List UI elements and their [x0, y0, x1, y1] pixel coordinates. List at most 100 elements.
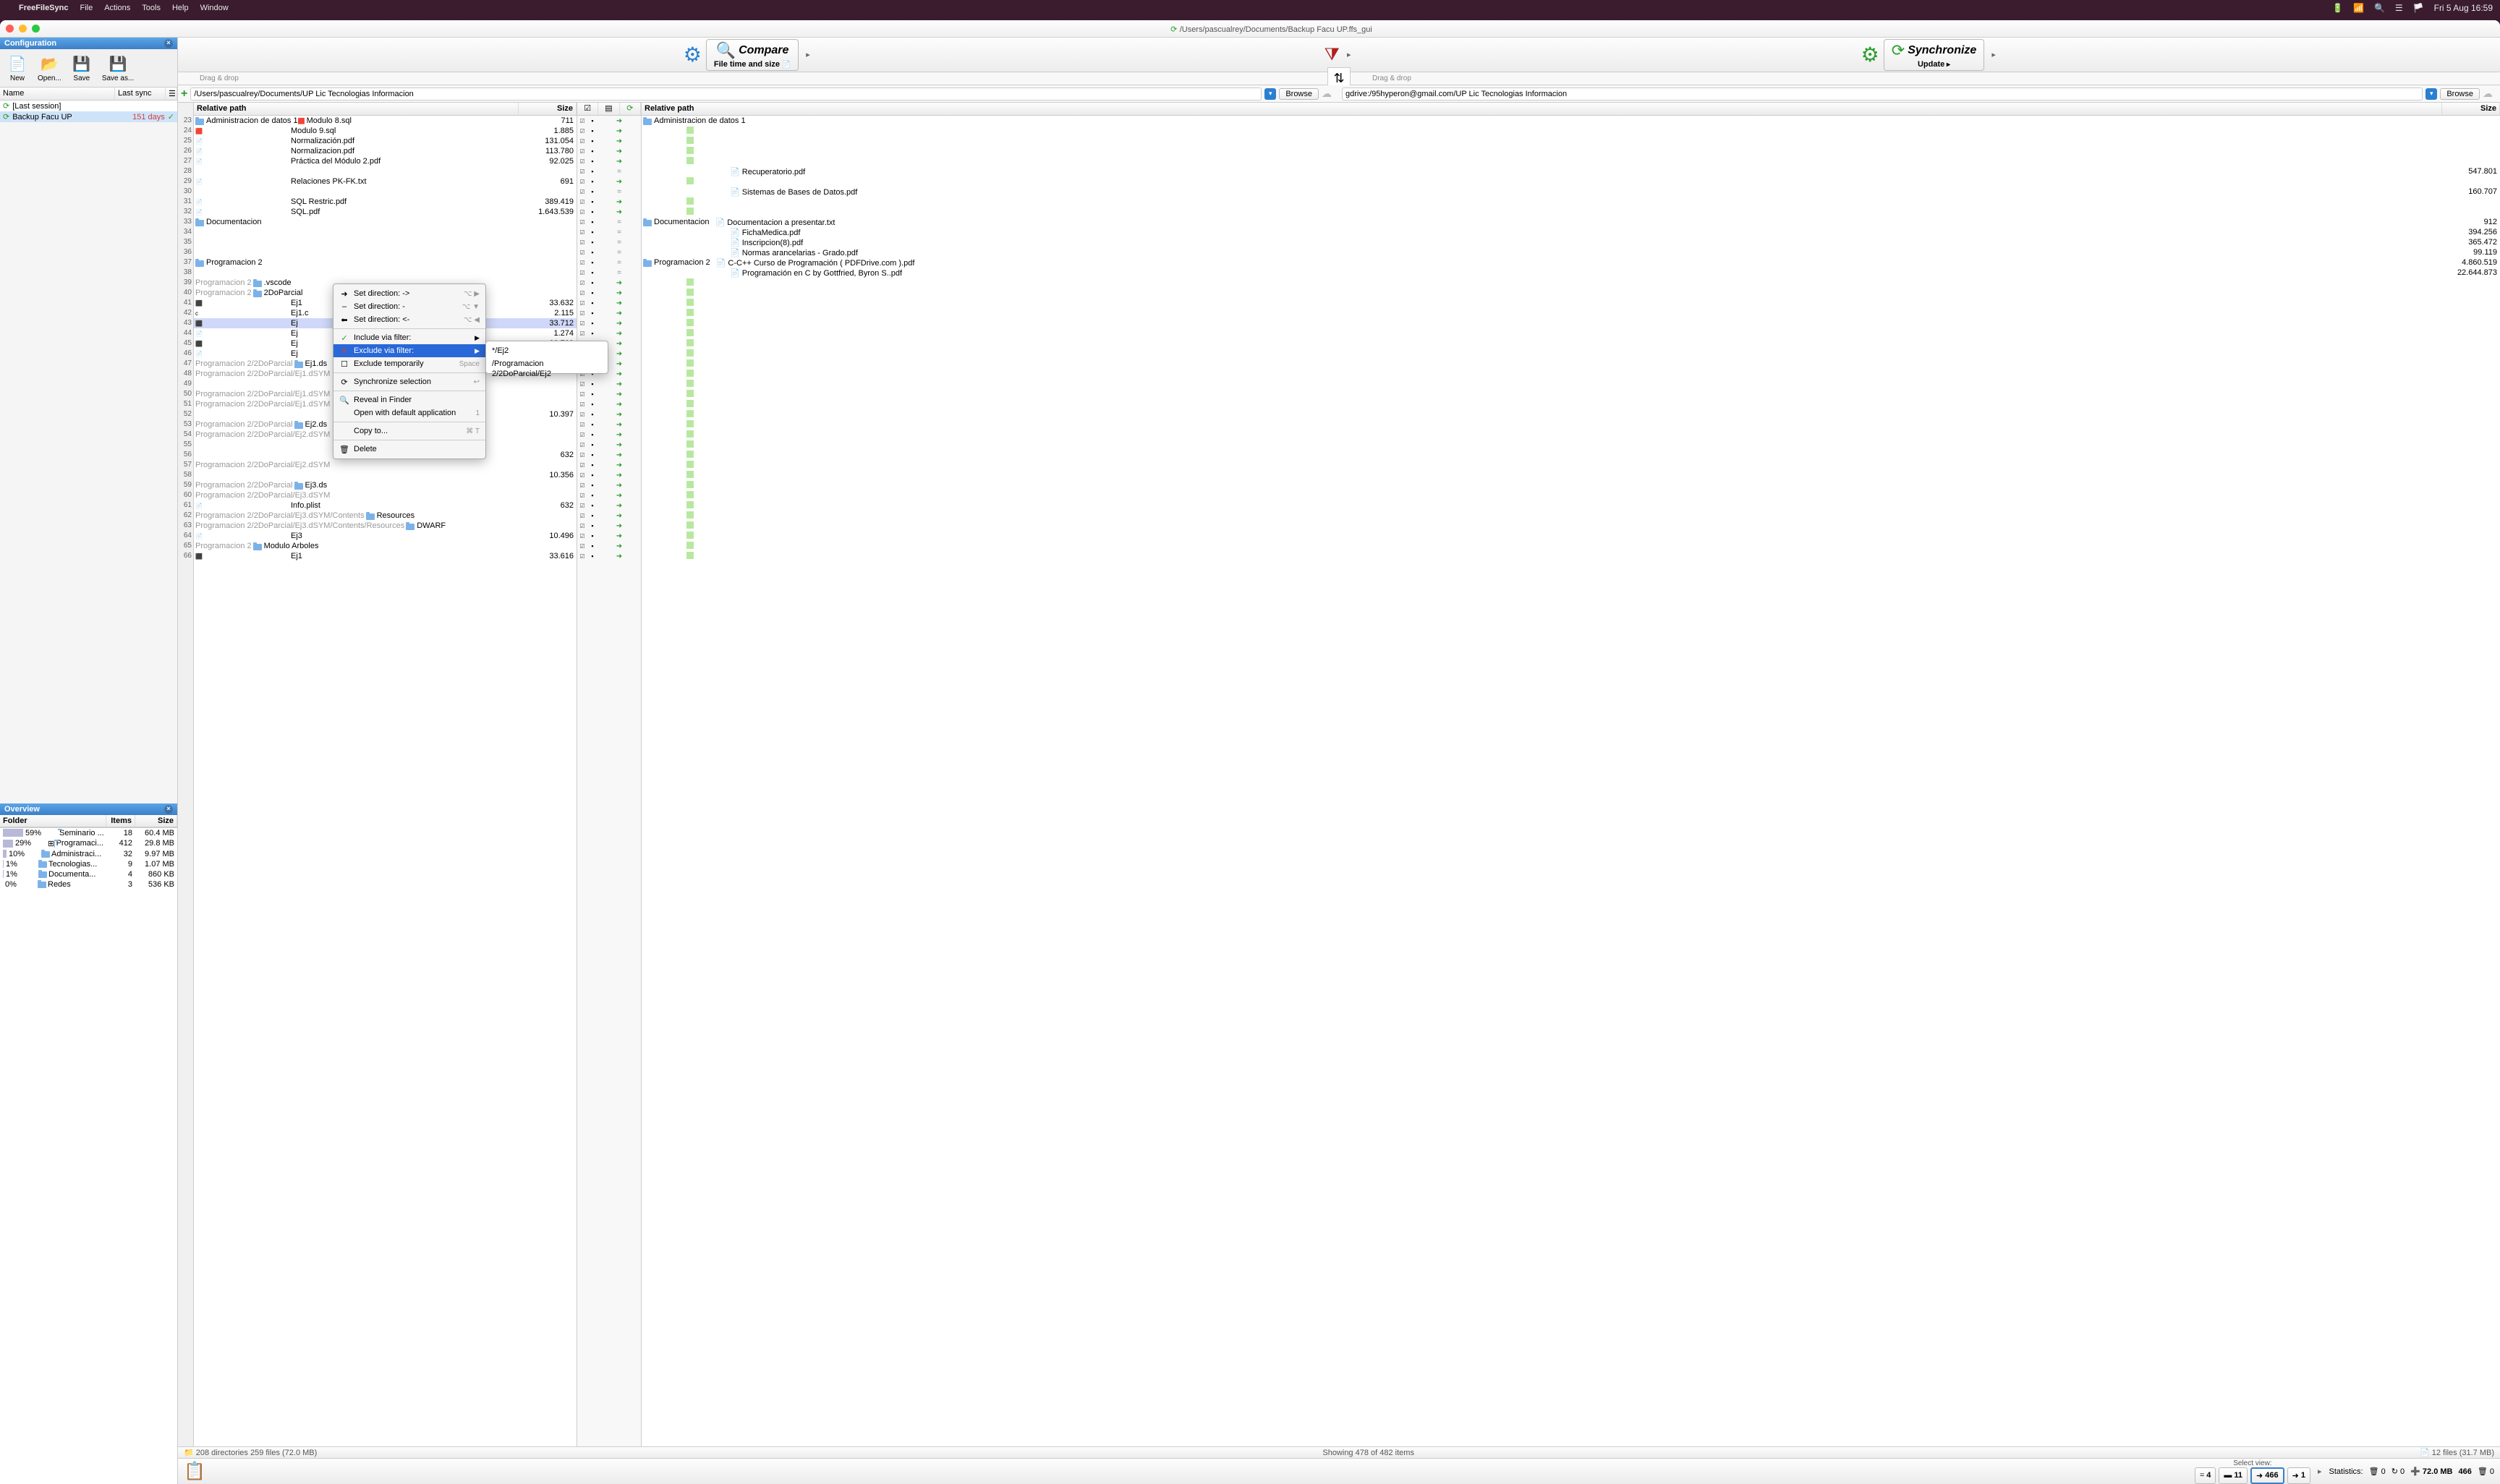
- context-menu-item[interactable]: ⬅Set direction: <-⌥ ◀: [333, 313, 485, 326]
- minimize-window-button[interactable]: [19, 25, 27, 33]
- context-menu-item[interactable]: –Set direction: -⌥ ▼: [333, 300, 485, 313]
- sync-chevron-icon[interactable]: ▸: [1989, 50, 1999, 59]
- grid-row[interactable]: [642, 490, 2500, 500]
- mid-row[interactable]: ☑▪➜: [577, 126, 641, 136]
- context-menu-item[interactable]: Copy to...⌘ T: [333, 425, 485, 438]
- mid-row[interactable]: ☑▪=: [577, 217, 641, 227]
- clock[interactable]: Fri 5 Aug 16:59: [2434, 3, 2493, 13]
- grid-row[interactable]: [194, 247, 577, 257]
- mid-row[interactable]: ☑▪➜: [577, 288, 641, 298]
- control-center-icon[interactable]: ☰: [2395, 3, 2403, 13]
- compare-button[interactable]: 🔍Compare File time and size 📄: [706, 39, 799, 71]
- menu-help[interactable]: Help: [172, 4, 189, 12]
- close-overview-icon[interactable]: ×: [164, 805, 173, 814]
- flag-icon[interactable]: 🏳️: [2413, 3, 2424, 13]
- grid-row[interactable]: [642, 308, 2500, 318]
- grid-row[interactable]: [642, 460, 2500, 470]
- mid-row[interactable]: ☑▪➜: [577, 490, 641, 500]
- titlebar[interactable]: ⟳ /Users/pascualrey/Documents/Backup Fac…: [0, 20, 2500, 38]
- view-mode-icon[interactable]: ☰: [166, 88, 177, 100]
- grid-row[interactable]: [642, 480, 2500, 490]
- grid-row[interactable]: [642, 450, 2500, 460]
- view-chevron-icon[interactable]: ▸: [2315, 1467, 2325, 1476]
- context-menu-item[interactable]: Open with default application1: [333, 406, 485, 419]
- overview-row[interactable]: 1%Documenta...4860 KB: [0, 869, 177, 879]
- grid-row[interactable]: Administracion de datos 1: [642, 116, 2500, 126]
- grid-row[interactable]: [642, 328, 2500, 338]
- compare-settings-icon[interactable]: ⚙: [684, 43, 702, 67]
- mid-row[interactable]: ☑▪➜: [577, 521, 641, 531]
- open-button[interactable]: 📂Open...: [35, 52, 64, 84]
- mid-row[interactable]: ☑▪➜: [577, 318, 641, 328]
- grid-row[interactable]: 📄Práctica del Módulo 2.pdf92.025: [194, 156, 577, 166]
- context-menu-item[interactable]: ⟳Synchronize selection↩: [333, 375, 485, 388]
- menu-window[interactable]: Window: [200, 4, 229, 12]
- grid-row[interactable]: [194, 166, 577, 176]
- mid-row[interactable]: ☑▪➜: [577, 409, 641, 419]
- action-col-icon[interactable]: ⟳: [620, 103, 641, 115]
- right-grid-body[interactable]: Administracion de datos 1📄 Recuperatorio…: [642, 116, 2500, 1446]
- mid-row[interactable]: ☑▪➜: [577, 389, 641, 399]
- mid-row[interactable]: ☑▪➜: [577, 460, 641, 470]
- mid-row[interactable]: ☑▪➜: [577, 419, 641, 430]
- mid-row[interactable]: ☑▪➜: [577, 207, 641, 217]
- overview-row[interactable]: 59%Seminario ...1860.4 MB: [0, 828, 177, 838]
- save-as-button[interactable]: 💾Save as...: [99, 52, 137, 84]
- app-name[interactable]: FreeFileSync: [19, 4, 68, 12]
- left-cloud-icon[interactable]: ☁: [1322, 88, 1336, 100]
- grid-row[interactable]: [642, 338, 2500, 349]
- mid-row[interactable]: ☑▪➜: [577, 511, 641, 521]
- grid-row[interactable]: [642, 409, 2500, 419]
- mid-row[interactable]: ☑▪➜: [577, 176, 641, 187]
- grid-row[interactable]: 📄 Inscripcion(8).pdf365.472: [642, 237, 2500, 247]
- grid-row[interactable]: 📄Normalización.pdf131.054: [194, 136, 577, 146]
- grid-row[interactable]: [642, 318, 2500, 328]
- grid-row[interactable]: 📄Info.plist632: [194, 500, 577, 511]
- grid-row[interactable]: Programacion 2/2DoParcial/Ej3.dSYM: [194, 490, 577, 500]
- context-menu-item[interactable]: ✓Include via filter:▶: [333, 331, 485, 344]
- overview-row[interactable]: 10%Administraci...329.97 MB: [0, 849, 177, 859]
- grid-row[interactable]: Documentacion: [194, 217, 577, 227]
- mid-row[interactable]: ☑▪➜: [577, 480, 641, 490]
- right-path-input[interactable]: [1342, 88, 2423, 101]
- left-path-input[interactable]: [190, 88, 1262, 101]
- grid-row[interactable]: [642, 511, 2500, 521]
- mid-row[interactable]: ☑▪=: [577, 227, 641, 237]
- grid-row[interactable]: [194, 187, 577, 197]
- config-item[interactable]: ⟳Backup Facu UP151 days✓: [0, 111, 177, 122]
- grid-row[interactable]: [642, 146, 2500, 156]
- grid-row[interactable]: Programacion 2/2DoParcial/Ej2.dSYM: [194, 460, 577, 470]
- grid-row[interactable]: 🟥Modulo 9.sql1.885: [194, 126, 577, 136]
- mid-row[interactable]: ☑▪➜: [577, 399, 641, 409]
- mid-row[interactable]: ☑▪➜: [577, 156, 641, 166]
- grid-row[interactable]: [642, 298, 2500, 308]
- submenu-item[interactable]: */Ej2: [486, 344, 608, 357]
- mid-row[interactable]: ☑▪=: [577, 257, 641, 268]
- grid-row[interactable]: 📄 Sistemas de Bases de Datos.pdf160.707: [642, 187, 2500, 197]
- grid-row[interactable]: [642, 379, 2500, 389]
- overview-row[interactable]: 29%⊞Programaci...41229.8 MB: [0, 838, 177, 849]
- grid-row[interactable]: [194, 237, 577, 247]
- view-button[interactable]: ▬11: [2219, 1467, 2248, 1484]
- grid-row[interactable]: [642, 288, 2500, 298]
- grid-row[interactable]: [642, 278, 2500, 288]
- grid-row[interactable]: 📄Ej310.496: [194, 531, 577, 541]
- mid-row[interactable]: ☑▪➜: [577, 308, 641, 318]
- mid-row[interactable]: ☑▪➜: [577, 430, 641, 440]
- mid-row[interactable]: ☑▪=: [577, 237, 641, 247]
- left-path-dropdown[interactable]: ▾: [1264, 88, 1276, 100]
- grid-row[interactable]: [642, 369, 2500, 379]
- grid-row[interactable]: 📄SQL Restric.pdf389.419: [194, 197, 577, 207]
- config-item[interactable]: ⟳[Last session]: [0, 101, 177, 111]
- mid-row[interactable]: ☑▪➜: [577, 146, 641, 156]
- view-icon[interactable]: 📋: [184, 1461, 205, 1482]
- mid-row[interactable]: ☑▪➜: [577, 470, 641, 480]
- mid-row[interactable]: ☑▪➜: [577, 379, 641, 389]
- right-browse-button[interactable]: Browse: [2440, 88, 2480, 100]
- overview-row[interactable]: 1%Tecnologias...91.07 MB: [0, 859, 177, 869]
- sync-settings-icon[interactable]: ⚙: [1861, 43, 1879, 67]
- add-pair-icon[interactable]: +: [181, 88, 187, 101]
- grid-row[interactable]: 📄Normalizacion.pdf113.780: [194, 146, 577, 156]
- grid-row[interactable]: ⬛Ej133.616: [194, 551, 577, 561]
- grid-row[interactable]: 📄 Normas arancelarias - Grado.pdf99.119: [642, 247, 2500, 257]
